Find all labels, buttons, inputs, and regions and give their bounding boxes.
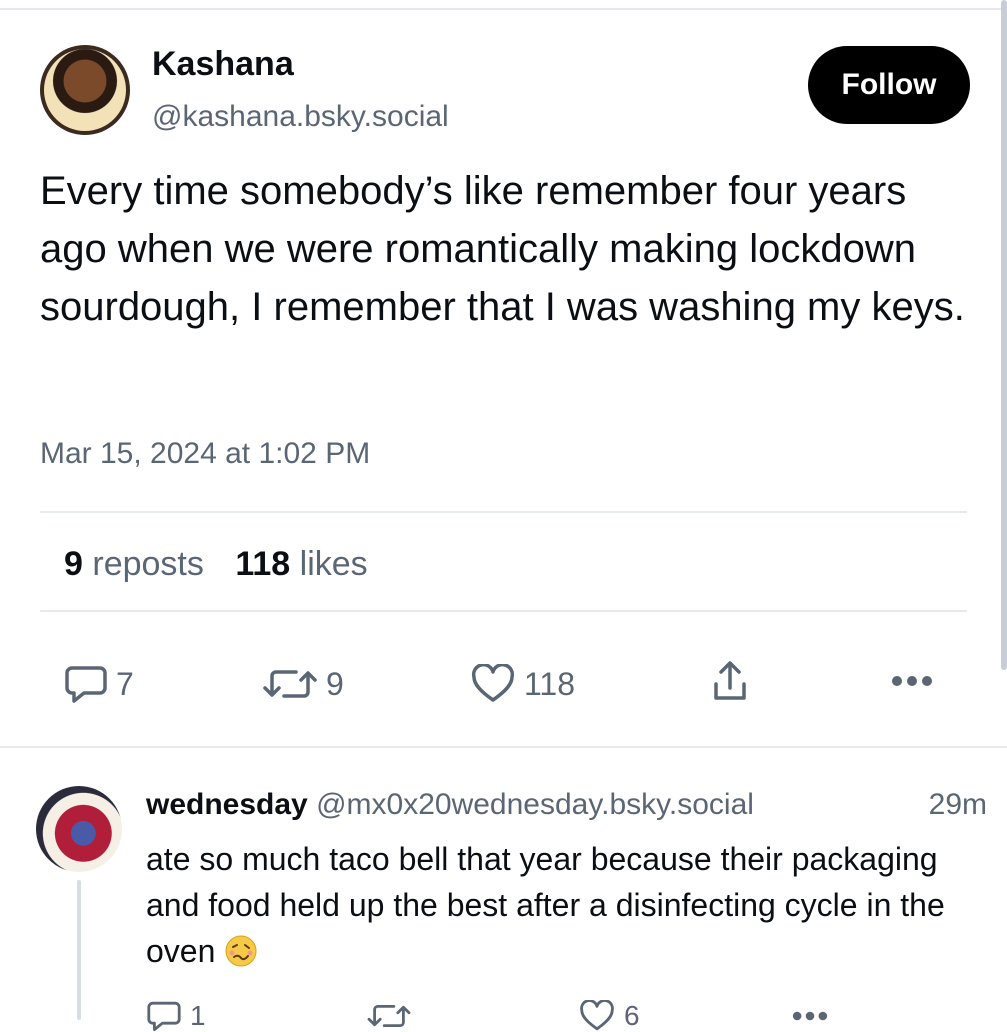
post-timestamp: Mar 15, 2024 at 1:02 PM	[40, 437, 371, 470]
reply-icon	[146, 1000, 182, 1032]
divider	[40, 610, 967, 612]
reply-reply-button[interactable]: 1	[146, 1000, 206, 1032]
likes-label[interactable]: likes	[300, 545, 368, 583]
heart-icon	[470, 664, 516, 704]
top-divider	[0, 8, 1007, 10]
share-icon	[710, 660, 750, 704]
reply-time: 29m	[928, 788, 987, 821]
like-count: 118	[524, 665, 576, 702]
post-actions: 7 9 118	[0, 660, 1007, 710]
heart-icon	[578, 1000, 616, 1032]
post-text: Every time somebody’s like remember four…	[40, 169, 965, 329]
reply-button[interactable]: 7	[64, 664, 134, 704]
reply-like-button[interactable]: 6	[578, 1000, 640, 1032]
post-stats: 9 reposts 118 likes	[64, 545, 368, 584]
reposts-label[interactable]: reposts	[92, 545, 204, 583]
author-handle[interactable]: @kashana.bsky.social	[152, 100, 449, 134]
repost-icon	[262, 664, 318, 704]
likes-count[interactable]: 118	[235, 545, 290, 583]
reply-count: 7	[116, 665, 134, 702]
reply-more-button[interactable]	[790, 1010, 830, 1022]
more-button[interactable]	[890, 674, 934, 688]
reply-text: ate so much taco bell that year because …	[146, 841, 945, 969]
reply-header: wednesday @mx0x20wednesday.bsky.social	[146, 788, 754, 822]
reposts-count[interactable]: 9	[64, 545, 83, 583]
share-button[interactable]	[710, 660, 750, 704]
reply-author-avatar[interactable]	[36, 786, 122, 872]
follow-button[interactable]: Follow	[808, 46, 970, 124]
reply-like-count: 6	[624, 1000, 640, 1031]
more-icon	[790, 1010, 830, 1022]
divider	[40, 511, 967, 513]
reply-author-handle[interactable]: @mx0x20wednesday.bsky.social	[316, 788, 754, 821]
reply-author-name[interactable]: wednesday	[146, 788, 308, 821]
scrollbar[interactable]	[1001, 0, 1007, 670]
repost-count: 9	[326, 665, 344, 702]
repost-button[interactable]: 9	[262, 664, 344, 704]
section-separator	[0, 746, 1007, 748]
reply-actions: 1 6	[0, 996, 1007, 1031]
author-avatar[interactable]	[40, 45, 130, 135]
repost-icon	[366, 1000, 412, 1032]
more-icon	[890, 674, 934, 688]
like-button[interactable]: 118	[470, 664, 575, 704]
reply-icon	[64, 664, 108, 704]
author-name[interactable]: Kashana	[152, 45, 294, 84]
woozy-face-icon	[224, 934, 258, 968]
reply-text-block: ate so much taco bell that year because …	[146, 836, 966, 974]
reply-repost-button[interactable]	[366, 1000, 412, 1032]
reply-reply-count: 1	[190, 1000, 206, 1031]
